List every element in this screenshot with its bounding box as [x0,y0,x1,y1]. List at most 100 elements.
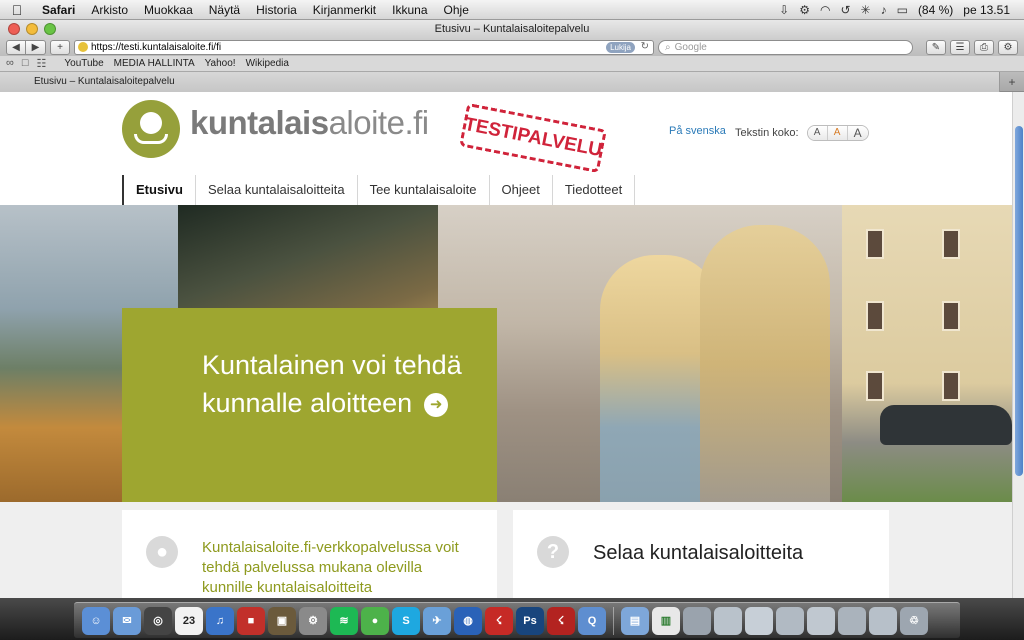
address-url[interactable]: https://testi.kuntalaisaloite.fi/fi [91,42,221,53]
finder-icon[interactable]: ☺ [82,606,110,635]
hero-heading[interactable]: Kuntalainen voi tehdä kunnalle aloitteen [202,350,462,418]
time-machine-icon[interactable]: ↺ [840,3,850,17]
bookmark-yahoo[interactable]: Yahoo! [205,58,236,69]
nav-tee-aloite[interactable]: Tee kuntalaisaloite [358,175,490,205]
battery-icon[interactable]: ▭ [897,3,908,17]
page-scrollbar[interactable] [1012,92,1024,598]
globe-icon[interactable]: ◍ [454,606,482,635]
mac-dock: ☺ ✉ ◎ 23 ♫ ■ ▣ ⚙ ≋ ● S ✈ ◍ ☇ Ps ☇ Q ▤ ▥ … [0,598,1024,640]
edit-icon[interactable]: ✎ [926,39,946,55]
text-size-small-button[interactable]: A [807,126,828,140]
photo-app-icon[interactable]: ▣ [268,606,296,635]
menu-clock[interactable]: pe 13.51 [963,3,1010,17]
lang-link-swedish[interactable]: På svenska [669,125,726,137]
zoom-window-button[interactable] [44,23,56,35]
notebook-icon[interactable]: ■ [237,606,265,635]
bookmark-media-hallinta[interactable]: MEDIA HALLINTA [114,58,195,69]
quicktime-icon[interactable]: Q [578,606,606,635]
address-bar[interactable]: https://testi.kuntalaisaloite.fi/fi Luki… [74,39,654,55]
menu-nayta[interactable]: Näytä [201,3,248,17]
calendar-icon[interactable]: 23 [175,606,203,635]
info-card: ● Kuntalaisaloite.fi-verkkopalvelussa vo… [122,510,497,598]
apple-icon[interactable]:  [0,2,34,18]
bookmark-youtube[interactable]: YouTube [64,58,103,69]
wifi-icon[interactable]: ◠ [820,3,830,17]
download-icon[interactable]: ⇩ [779,3,789,17]
book-icon[interactable]: □ [22,57,29,70]
menu-ikkuna[interactable]: Ikkuna [384,3,435,17]
document-icon[interactable]: ▥ [652,606,680,635]
minimized-window-2-icon[interactable] [714,606,742,635]
photoshop-icon[interactable]: Ps [516,606,544,635]
hero-photo-building [842,205,1012,502]
safari-icon[interactable]: ◎ [144,606,172,635]
hero-photo-mother [700,225,830,502]
minimized-window-6-icon[interactable] [838,606,866,635]
logo-lightbulb-icon[interactable] [122,100,180,158]
trash-icon[interactable]: ♲ [900,606,928,635]
reload-icon[interactable]: ↻ [641,41,649,52]
window-titlebar: Etusivu – Kuntalaisaloitepalvelu [0,20,1024,38]
nav-selaa[interactable]: Selaa kuntalaisaloitteita [196,175,358,205]
reading-list-icon[interactable]: ☰ [950,39,970,55]
hero-banner: Kuntalainen voi tehdä kunnalle aloitteen… [0,205,1012,502]
bluetooth-icon[interactable]: ✳ [861,3,871,17]
new-tab-button[interactable]: + [1000,75,1024,89]
battery-percent: (84 %) [917,2,954,17]
acrobat-icon[interactable]: ☇ [485,606,513,635]
volume-icon[interactable]: ♪ [881,3,887,17]
search-field[interactable]: ⌕ Google [658,39,913,55]
menu-kirjanmerkit[interactable]: Kirjanmerkit [305,3,384,17]
nav-etusivu[interactable]: Etusivu [122,175,196,205]
bookmark-wikipedia[interactable]: Wikipedia [246,58,289,69]
text-size-large-button[interactable]: A [847,126,868,140]
minimized-window-4-icon[interactable] [776,606,804,635]
gear-menu-icon[interactable]: ⚙ [998,39,1018,55]
mail-icon[interactable]: ✉ [113,606,141,635]
preferences-icon[interactable]: ⚙ [299,606,327,635]
spotify-icon[interactable]: ≋ [330,606,358,635]
glasses-icon[interactable]: ∞ [6,57,14,70]
mac-menu-bar:  Safari Arkisto Muokkaa Näytä Historia … [0,0,1024,20]
site-logo[interactable]: kuntalaisaloite.fi [190,104,429,142]
hero-callout[interactable]: Kuntalainen voi tehdä kunnalle aloitteen… [122,308,497,502]
itunes-icon[interactable]: ♫ [206,606,234,635]
menu-arkisto[interactable]: Arkisto [83,3,136,17]
tab-etusivu[interactable]: Etusivu – Kuntalaisaloitepalvelu [0,71,1000,92]
search-icon: ⌕ [665,41,671,53]
menu-ohje[interactable]: Ohje [436,3,477,17]
search-placeholder: Google [674,41,707,53]
applications-folder-icon[interactable]: ▤ [621,606,649,635]
menu-app-safari[interactable]: Safari [34,3,83,17]
nav-tiedotteet[interactable]: Tiedotteet [553,175,636,205]
tab-label: Etusivu – Kuntalaisaloitepalvelu [34,76,175,87]
acrobat-pro-icon[interactable]: ☇ [547,606,575,635]
minimized-window-7-icon[interactable] [869,606,897,635]
gear-icon[interactable]: ⚙ [799,3,810,17]
minimize-window-button[interactable] [26,23,38,35]
messages-icon[interactable]: ● [361,606,389,635]
close-window-button[interactable] [8,23,20,35]
minimized-window-5-icon[interactable] [807,606,835,635]
back-button[interactable]: ◀ [6,39,26,55]
arrow-right-icon[interactable]: ➜ [424,392,449,417]
forward-button[interactable]: ▶ [26,39,46,55]
browse-card[interactable]: ? Selaa kuntalaisaloitteita [513,510,889,598]
menu-muokkaa[interactable]: Muokkaa [136,3,201,17]
text-size-medium-button[interactable]: A [827,126,848,140]
add-bookmark-button[interactable]: + [50,39,70,55]
grid-icon[interactable]: ☷ [37,57,47,70]
lightbulb-icon: ● [146,536,178,568]
minimized-window-1-icon[interactable] [683,606,711,635]
print-icon[interactable]: ⎙ [974,39,994,55]
reader-button[interactable]: Lukija [606,41,635,53]
mail-app-icon[interactable]: ✈ [423,606,451,635]
window-title: Etusivu – Kuntalaisaloitepalvelu [434,23,590,35]
browse-card-title[interactable]: Selaa kuntalaisaloitteita [593,542,803,565]
tab-bar: Etusivu – Kuntalaisaloitepalvelu + [0,71,1024,92]
scrollbar-thumb[interactable] [1015,126,1023,476]
nav-ohjeet[interactable]: Ohjeet [490,175,553,205]
minimized-window-3-icon[interactable] [745,606,773,635]
menu-historia[interactable]: Historia [248,3,305,17]
skype-icon[interactable]: S [392,606,420,635]
